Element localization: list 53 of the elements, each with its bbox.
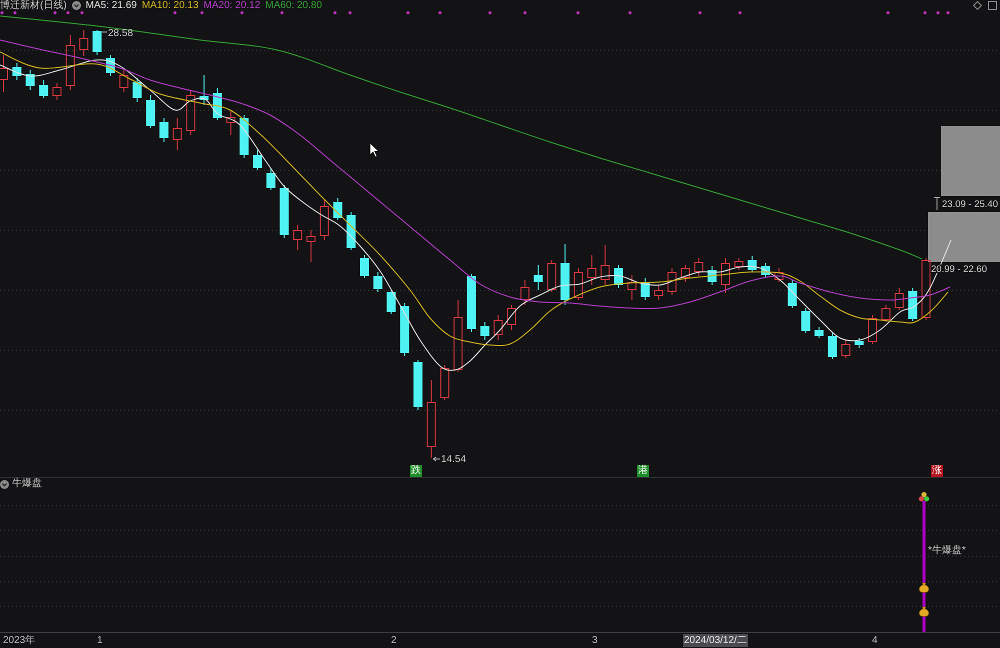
marker-dot-icon <box>698 11 702 14</box>
signal-badge: 跌 <box>410 465 422 477</box>
marker-dot-icon <box>240 11 244 14</box>
price-label: 28.58 <box>108 28 134 39</box>
marker-dot-icon <box>80 11 84 14</box>
axis-label: 2 <box>390 634 398 647</box>
axis-label: 2023年 <box>2 634 36 647</box>
marker-dot-icon <box>524 11 526 14</box>
indicator-value: MA20: 20.12 <box>204 0 260 11</box>
dot-cluster-icon <box>918 492 930 502</box>
marker-dot-icon <box>738 11 742 14</box>
marker-dot-icon <box>438 11 442 14</box>
indicator-annotation: *牛爆盘* <box>928 545 966 556</box>
marker-dot-icon <box>488 11 492 14</box>
chevron-circle-icon[interactable] <box>72 1 81 10</box>
marker-dot-icon <box>924 11 926 14</box>
leader-arrow <box>432 456 440 462</box>
signal-badge: 港 <box>637 465 649 477</box>
signal-badge: 涨 <box>931 465 943 477</box>
marker-dot-icon <box>54 11 56 14</box>
marker-dot-icon <box>66 11 70 14</box>
target-zone <box>928 212 1000 262</box>
marker-dot-icon <box>628 11 632 14</box>
marker-dot-icon <box>576 11 580 14</box>
marker-dot-icon <box>174 11 176 14</box>
square-icon[interactable] <box>988 1 997 10</box>
money-bag-icon <box>918 606 930 617</box>
axis-label: 2024/03/12/二 <box>683 634 748 647</box>
marker-dot-icon <box>334 11 336 14</box>
target-zone <box>941 126 1000 196</box>
marker-dot-icon <box>14 11 16 14</box>
marker-dot-icon <box>280 11 284 14</box>
marker-dot-icon <box>936 11 940 14</box>
cursor-icon <box>370 142 380 158</box>
marker-dot-icon <box>348 11 352 14</box>
marker-dot-icon <box>886 11 890 14</box>
panel-title: 牛爆盘 <box>12 478 42 490</box>
price-label: 14.54 <box>441 454 466 465</box>
diamond-icon[interactable] <box>973 1 982 10</box>
marker-dot-icon <box>0 11 4 14</box>
axis-label: 3 <box>591 634 599 647</box>
money-bag-icon <box>918 582 930 593</box>
bracket-icon <box>934 197 940 210</box>
marker-dot-icon <box>200 11 204 14</box>
marker-dot-icon <box>946 11 950 14</box>
marker-dot-icon <box>406 11 410 14</box>
zone-range-label: 23.09 - 25.40 <box>942 199 998 210</box>
axis-label: 1 <box>96 634 104 647</box>
indicator-value: MA5: 21.69 <box>86 0 137 11</box>
indicator-value: MA60: 20.80 <box>265 0 322 11</box>
chevron-circle-icon[interactable] <box>0 480 9 488</box>
axis-label: 4 <box>871 634 879 647</box>
indicator-value: MA10: 20.13 <box>142 0 199 11</box>
